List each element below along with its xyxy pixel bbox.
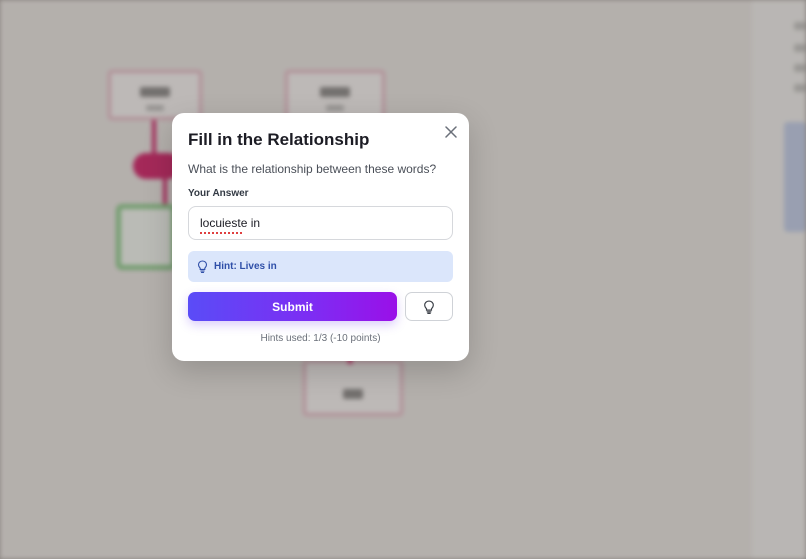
hint-box: Hint: Lives in xyxy=(188,251,453,282)
lightbulb-icon xyxy=(197,260,208,273)
lightbulb-icon xyxy=(424,299,434,314)
hint-button[interactable] xyxy=(405,292,453,321)
question-text: What is the relationship between these w… xyxy=(188,162,437,176)
hints-used-text: Hints used: 1/3 (-10 points) xyxy=(260,333,381,344)
dialog-title: Fill in the Relationship xyxy=(188,130,370,149)
close-icon xyxy=(445,126,457,138)
answer-label: Your Answer xyxy=(188,188,249,199)
spellcheck-underline xyxy=(200,232,244,234)
close-button[interactable] xyxy=(442,123,460,141)
submit-button[interactable]: Submit xyxy=(188,292,397,321)
answer-input[interactable] xyxy=(188,206,453,240)
hint-text: Hint: Lives in xyxy=(214,261,277,272)
relationship-dialog: Fill in the Relationship What is the rel… xyxy=(172,113,469,361)
